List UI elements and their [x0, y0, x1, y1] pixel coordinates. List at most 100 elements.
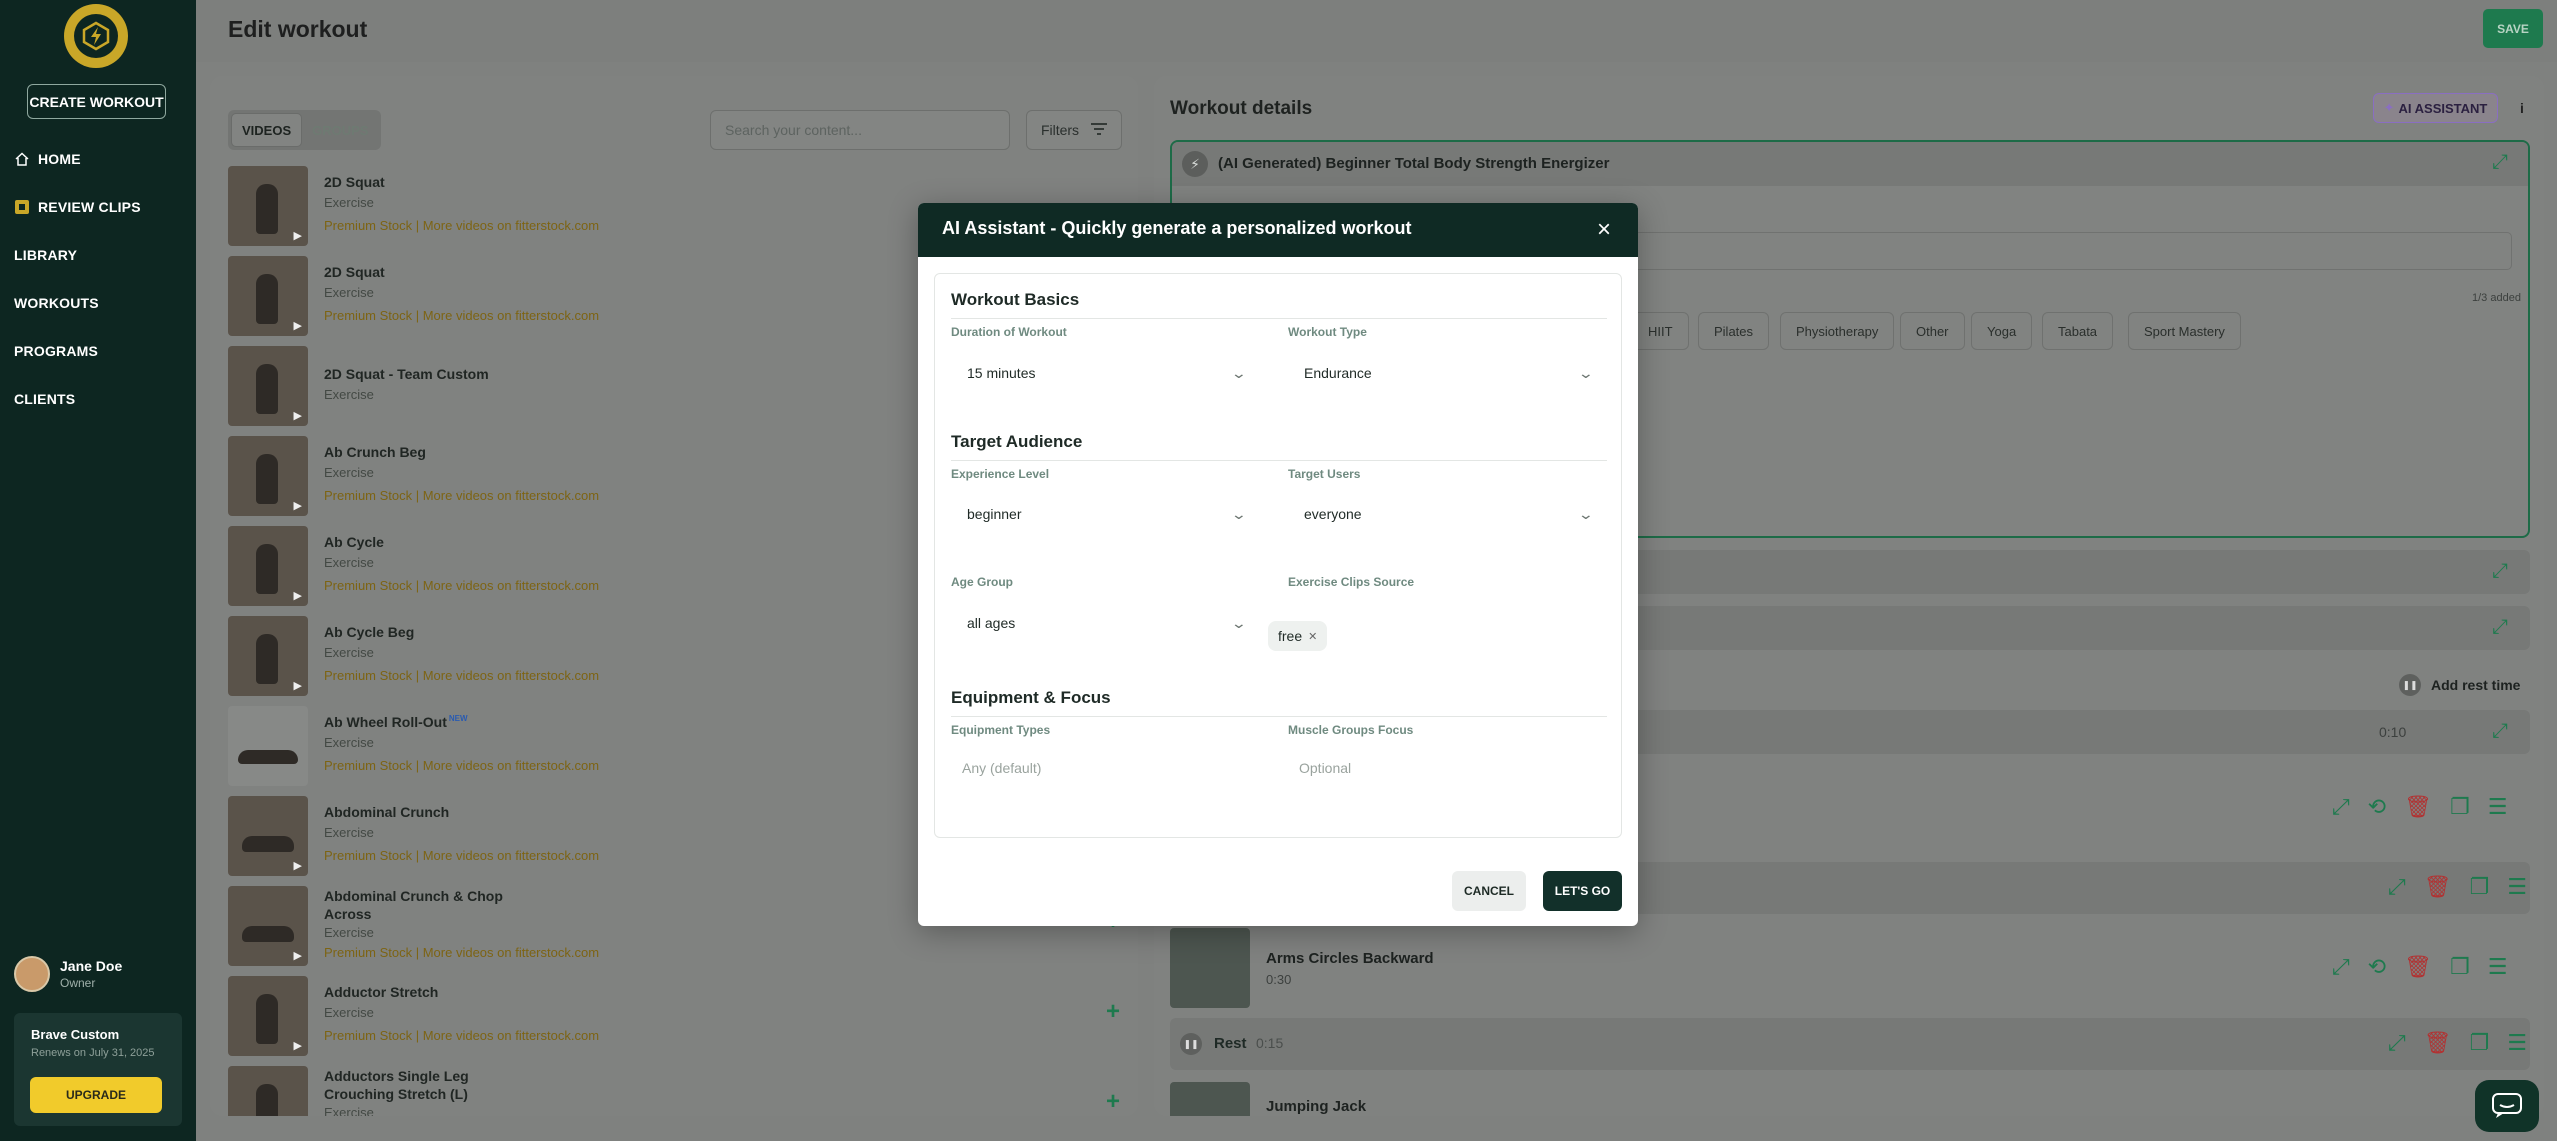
exercise-type: Exercise: [324, 925, 374, 940]
expand-icon[interactable]: ⤢: [2332, 794, 2350, 820]
plan-name: Brave Custom: [31, 1027, 120, 1042]
stock-link[interactable]: Premium Stock | More videos on fittersto…: [324, 308, 599, 323]
trash-icon[interactable]: 🗑: [2404, 954, 2432, 980]
ai-assistant-button[interactable]: ✦ AI ASSISTANT: [2373, 93, 2498, 123]
upgrade-button[interactable]: UPGRADE: [30, 1077, 162, 1113]
type-chip[interactable]: Other: [1900, 312, 1965, 350]
expand-icon[interactable]: ⤢: [2492, 720, 2508, 743]
sidebar-item-library[interactable]: LIBRARY: [14, 243, 77, 267]
drag-handle-icon[interactable]: ☰: [2507, 874, 2527, 900]
target-users-label: Target Users: [1288, 467, 1361, 481]
stock-link[interactable]: Premium Stock | More videos on fittersto…: [324, 1028, 599, 1043]
type-chip[interactable]: Sport Mastery: [2128, 312, 2241, 350]
expand-icon[interactable]: ⤢: [2492, 151, 2508, 174]
exercise-name: Ab Cycle Beg: [324, 624, 415, 640]
type-chip[interactable]: HIIT: [1632, 312, 1689, 350]
expand-icon[interactable]: ⤢: [2388, 874, 2406, 900]
trash-icon[interactable]: 🗑: [2424, 1030, 2452, 1056]
sidebar-item-label: CLIENTS: [14, 391, 76, 407]
exercise-type: Exercise: [324, 387, 374, 402]
expand-icon[interactable]: ⤢: [2492, 616, 2508, 639]
sidebar-item-home[interactable]: HOME: [14, 147, 81, 171]
page-title: Edit workout: [228, 16, 368, 42]
exercise-thumbnail: ▶: [228, 976, 308, 1056]
expand-icon[interactable]: ⤢: [2332, 954, 2350, 980]
brand-logo-icon[interactable]: [64, 4, 128, 68]
section-title-equipment: Equipment & Focus: [951, 688, 1111, 707]
interval-time: 0:10: [2379, 724, 2407, 740]
tab-groups[interactable]: GROUPS: [302, 113, 378, 147]
workout-exercise-row[interactable]: Arms Circles Backward 0:30 ⤢ ⟲ 🗑 ❐ ☰: [1170, 928, 2530, 1008]
list-item[interactable]: ▶ Adductor Stretch Exercise Premium Stoc…: [228, 976, 1128, 1058]
rest-time: 0:15: [1256, 1035, 1284, 1051]
type-chip[interactable]: Pilates: [1698, 312, 1770, 350]
description-field[interactable]: [1602, 232, 2512, 270]
filters-button[interactable]: Filters: [1026, 110, 1122, 150]
duplicate-icon[interactable]: ❐: [2450, 794, 2470, 820]
repeat-icon[interactable]: ⟲: [2368, 794, 2386, 820]
age-group-label: Age Group: [951, 575, 1013, 589]
chat-button[interactable]: [2475, 1080, 2539, 1132]
experience-select[interactable]: beginner ⌄: [951, 494, 1261, 534]
remove-tag-icon[interactable]: ✕: [1308, 630, 1317, 643]
info-button[interactable]: i: [2509, 93, 2535, 123]
play-icon: ▶: [293, 860, 302, 872]
type-chip[interactable]: Yoga: [1971, 312, 2033, 350]
user-profile[interactable]: Jane Doe Owner: [14, 956, 122, 992]
block-actions: ⤢ 🗑 ❐ ☰: [2388, 874, 2527, 900]
sidebar-item-clients[interactable]: CLIENTS: [14, 387, 75, 411]
workout-exercise-row[interactable]: Jumping Jack: [1170, 1082, 2530, 1116]
save-button[interactable]: SAVE: [2483, 9, 2543, 48]
generated-workout-title: (AI Generated) Beginner Total Body Stren…: [1218, 155, 1610, 172]
exercise-name: Ab Crunch Beg: [324, 444, 426, 460]
drag-handle-icon[interactable]: ☰: [2488, 954, 2508, 980]
type-chip[interactable]: Physiotherapy: [1780, 312, 1895, 350]
add-rest-time-button[interactable]: ❚❚ Add rest time: [2399, 674, 2520, 696]
expand-icon[interactable]: ⤢: [2492, 560, 2508, 583]
list-item[interactable]: Adductors Single Leg Crouching Stretch (…: [228, 1066, 1128, 1116]
stock-link[interactable]: Premium Stock | More videos on fittersto…: [324, 218, 599, 233]
home-icon: [14, 151, 30, 167]
stock-link[interactable]: Premium Stock | More videos on fittersto…: [324, 488, 599, 503]
sidebar-item-review-clips[interactable]: REVIEW CLIPS: [14, 195, 141, 219]
type-chip[interactable]: Tabata: [2042, 312, 2114, 350]
rest-row[interactable]: ❚❚ Rest 0:15 ⤢ 🗑 ❐ ☰: [1170, 1018, 2530, 1070]
cancel-button[interactable]: CANCEL: [1452, 871, 1526, 911]
target-users-select[interactable]: everyone ⌄: [1288, 494, 1608, 534]
workout-type-select[interactable]: Endurance ⌄: [1288, 353, 1608, 393]
lets-go-button[interactable]: LET'S GO: [1543, 871, 1622, 911]
trash-icon[interactable]: 🗑: [2404, 794, 2432, 820]
equipment-input[interactable]: Any (default): [962, 760, 1041, 776]
stock-link[interactable]: Premium Stock | More videos on fittersto…: [324, 848, 599, 863]
duplicate-icon[interactable]: ❐: [2470, 874, 2490, 900]
search-input[interactable]: Search your content...: [710, 110, 1010, 150]
exercise-type: Exercise: [324, 465, 374, 480]
stock-link[interactable]: Premium Stock | More videos on fittersto…: [324, 578, 599, 593]
expand-icon[interactable]: ⤢: [2388, 1030, 2406, 1056]
add-exercise-button[interactable]: +: [1106, 998, 1120, 1026]
exercise-name: 2D Squat: [324, 174, 385, 190]
sidebar-item-workouts[interactable]: WORKOUTS: [14, 291, 99, 315]
trash-icon[interactable]: 🗑: [2424, 874, 2452, 900]
clips-source-tag[interactable]: free ✕: [1268, 621, 1328, 651]
drag-handle-icon[interactable]: ☰: [2488, 794, 2508, 820]
drag-handle-icon[interactable]: ☰: [2507, 1030, 2527, 1056]
duplicate-icon[interactable]: ❐: [2450, 954, 2470, 980]
generated-workout-header[interactable]: ⚡ (AI Generated) Beginner Total Body Str…: [1172, 142, 2528, 186]
exercise-type: Exercise: [324, 735, 374, 750]
stock-link[interactable]: Premium Stock | More videos on fittersto…: [324, 945, 599, 960]
tab-videos[interactable]: VIDEOS: [231, 113, 303, 147]
exercise-type: Exercise: [324, 1005, 374, 1020]
duplicate-icon[interactable]: ❐: [2470, 1030, 2490, 1056]
create-workout-button[interactable]: CREATE WORKOUT: [27, 84, 166, 119]
repeat-icon[interactable]: ⟲: [2368, 954, 2386, 980]
add-exercise-button[interactable]: +: [1106, 1088, 1120, 1116]
sidebar-item-programs[interactable]: PROGRAMS: [14, 339, 98, 363]
muscle-groups-input[interactable]: Optional: [1299, 760, 1351, 776]
age-group-select[interactable]: all ages ⌄: [951, 603, 1261, 643]
stock-link[interactable]: Premium Stock | More videos on fittersto…: [324, 758, 599, 773]
close-icon[interactable]: ×: [1590, 216, 1618, 244]
duration-select[interactable]: 15 minutes ⌄: [951, 353, 1261, 393]
exercise-duration: 0:30: [1266, 972, 1292, 987]
stock-link[interactable]: Premium Stock | More videos on fittersto…: [324, 668, 599, 683]
